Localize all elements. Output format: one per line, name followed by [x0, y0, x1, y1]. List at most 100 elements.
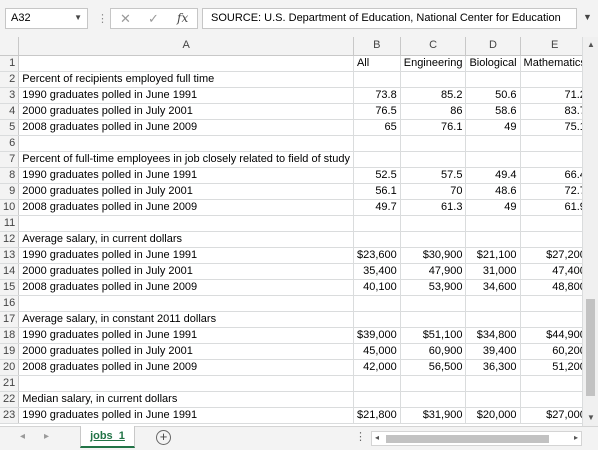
row-header[interactable]: 17	[0, 311, 20, 328]
function-icon[interactable]: fx	[177, 11, 188, 25]
cell-a15[interactable]: 2008 graduates polled in June 2009	[18, 279, 354, 296]
row-header[interactable]: 4	[0, 103, 20, 120]
cell-c18[interactable]: $51,100	[400, 327, 467, 344]
cell-d17[interactable]	[465, 311, 521, 328]
cell-a4[interactable]: 2000 graduates polled in July 2001	[18, 103, 354, 120]
cell-b14[interactable]: 35,400	[353, 263, 401, 280]
cell-b4[interactable]: 76.5	[353, 103, 401, 120]
cell-b13[interactable]: $23,600	[353, 247, 401, 264]
row-header[interactable]: 10	[0, 199, 20, 216]
more-options-icon[interactable]: ⋮	[97, 12, 108, 25]
cell-d18[interactable]: $34,800	[465, 327, 521, 344]
cell-b3[interactable]: 73.8	[353, 87, 401, 104]
cell-c13[interactable]: $30,900	[400, 247, 467, 264]
cell-d12[interactable]	[465, 231, 521, 248]
cell-a5[interactable]: 2008 graduates polled in June 2009	[18, 119, 354, 136]
cell-b7[interactable]	[353, 151, 401, 168]
row-header[interactable]: 5	[0, 119, 20, 136]
column-header-b[interactable]: B	[353, 37, 401, 56]
cell-e12[interactable]	[520, 231, 582, 248]
cell-b16[interactable]	[353, 295, 401, 312]
cell-b5[interactable]: 65	[353, 119, 401, 136]
cell-b6[interactable]	[353, 135, 401, 152]
cell-a8[interactable]: 1990 graduates polled in June 1991	[18, 167, 354, 184]
cell-e15[interactable]: 48,800	[520, 279, 582, 296]
cell-a1[interactable]	[18, 55, 354, 72]
previous-sheet-icon[interactable]: ◂	[20, 431, 25, 442]
cell-c1[interactable]: Engineering	[400, 55, 467, 72]
expand-formula-bar-icon[interactable]: ▼	[583, 12, 592, 22]
cell-e9[interactable]: 72.7	[520, 183, 582, 200]
cell-c4[interactable]: 86	[400, 103, 467, 120]
row-header[interactable]: 16	[0, 295, 20, 312]
row-header[interactable]: 2	[0, 71, 20, 88]
cell-c2[interactable]	[400, 71, 467, 88]
cell-c21[interactable]	[400, 375, 467, 392]
cell-c17[interactable]	[400, 311, 467, 328]
cancel-icon[interactable]: ✕	[120, 11, 131, 27]
cell-d20[interactable]: 36,300	[465, 359, 521, 376]
cell-e18[interactable]: $44,900	[520, 327, 582, 344]
cell-e19[interactable]: 60,200	[520, 343, 582, 360]
add-sheet-icon[interactable]: +	[156, 430, 171, 445]
row-header[interactable]: 6	[0, 135, 20, 152]
cell-e17[interactable]	[520, 311, 582, 328]
horizontal-scroll-thumb[interactable]	[386, 435, 549, 443]
formula-input[interactable]: SOURCE: U.S. Department of Education, Na…	[202, 8, 577, 29]
cell-c15[interactable]: 53,900	[400, 279, 467, 296]
cell-b8[interactable]: 52.5	[353, 167, 401, 184]
cell-c11[interactable]	[400, 215, 467, 232]
cell-c16[interactable]	[400, 295, 467, 312]
vertical-scrollbar[interactable]: ▲ ▼	[582, 37, 598, 426]
scroll-up-icon[interactable]: ▲	[587, 40, 595, 49]
cell-c22[interactable]	[400, 391, 467, 408]
sheet-tab-jobs-1[interactable]: jobs_1	[80, 426, 135, 448]
cell-e7[interactable]	[520, 151, 582, 168]
cell-a12[interactable]: Average salary, in current dollars	[18, 231, 354, 248]
cell-d3[interactable]: 50.6	[465, 87, 521, 104]
cell-c23[interactable]: $31,900	[400, 407, 467, 424]
row-header[interactable]: 19	[0, 343, 20, 360]
cell-d8[interactable]: 49.4	[465, 167, 521, 184]
cell-b12[interactable]	[353, 231, 401, 248]
more-options-icon[interactable]: ⋮	[355, 430, 366, 443]
cell-d21[interactable]	[465, 375, 521, 392]
cell-e6[interactable]	[520, 135, 582, 152]
cell-d2[interactable]	[465, 71, 521, 88]
cell-b2[interactable]	[353, 71, 401, 88]
next-sheet-icon[interactable]: ▸	[44, 431, 49, 442]
cell-e16[interactable]	[520, 295, 582, 312]
horizontal-scrollbar[interactable]: ◂ ▸	[371, 431, 582, 446]
row-header[interactable]: 18	[0, 327, 20, 344]
cell-b17[interactable]	[353, 311, 401, 328]
cell-e1[interactable]: Mathematics	[520, 55, 582, 72]
cell-c6[interactable]	[400, 135, 467, 152]
row-header[interactable]: 9	[0, 183, 20, 200]
cell-a20[interactable]: 2008 graduates polled in June 2009	[18, 359, 354, 376]
row-header[interactable]: 20	[0, 359, 20, 376]
row-header[interactable]: 15	[0, 279, 20, 296]
cell-a23[interactable]: 1990 graduates polled in June 1991	[18, 407, 354, 424]
cell-b20[interactable]: 42,000	[353, 359, 401, 376]
cell-d7[interactable]	[465, 151, 521, 168]
cell-c3[interactable]: 85.2	[400, 87, 467, 104]
cell-d23[interactable]: $20,000	[465, 407, 521, 424]
cell-d9[interactable]: 48.6	[465, 183, 521, 200]
cell-c9[interactable]: 70	[400, 183, 467, 200]
cell-c12[interactable]	[400, 231, 467, 248]
cell-c7[interactable]	[400, 151, 467, 168]
cell-a17[interactable]: Average salary, in constant 2011 dollars	[18, 311, 354, 328]
cell-e4[interactable]: 83.7	[520, 103, 582, 120]
cell-e8[interactable]: 66.4	[520, 167, 582, 184]
row-header[interactable]: 13	[0, 247, 20, 264]
cell-a3[interactable]: 1990 graduates polled in June 1991	[18, 87, 354, 104]
row-header[interactable]: 23	[0, 407, 20, 424]
cell-d13[interactable]: $21,100	[465, 247, 521, 264]
cell-b21[interactable]	[353, 375, 401, 392]
row-header[interactable]: 3	[0, 87, 20, 104]
cell-c8[interactable]: 57.5	[400, 167, 467, 184]
cell-a6[interactable]	[18, 135, 354, 152]
cell-e2[interactable]	[520, 71, 582, 88]
cell-b19[interactable]: 45,000	[353, 343, 401, 360]
scroll-right-icon[interactable]: ▸	[574, 433, 578, 442]
